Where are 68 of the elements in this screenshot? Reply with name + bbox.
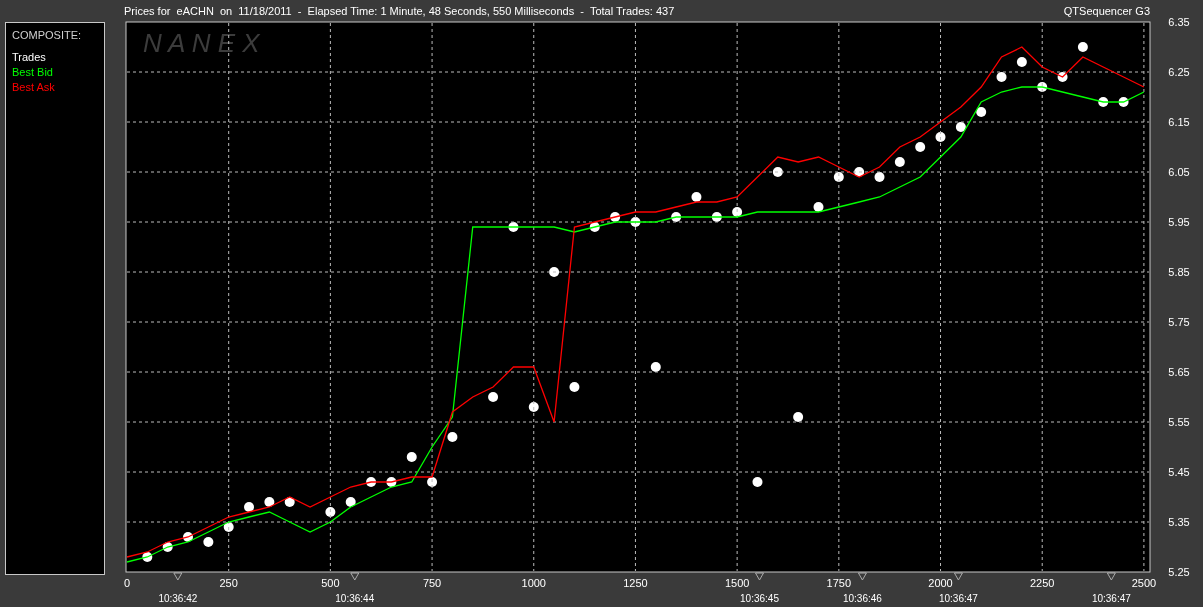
point [996,72,1007,82]
app-name: QTSequencer G3 [1063,5,1150,17]
point [244,502,255,512]
point [955,122,966,132]
point [874,172,885,182]
x-axis-label: 1750 [826,577,852,589]
point [203,537,214,547]
point [406,452,417,462]
y-axis-label: 5.75 [1168,316,1190,328]
point [264,497,275,507]
point [569,382,580,392]
point [528,402,539,412]
y-axis-label: 5.45 [1168,466,1190,478]
point [1016,57,1027,67]
x-axis-label: 500 [321,577,340,589]
y-axis-label: 6.05 [1168,166,1190,178]
x-axis-label: 1250 [623,577,648,589]
legend-title: COMPOSITE: [12,29,83,41]
point [650,362,661,372]
time-label: 10:36:47 [1091,593,1131,604]
point [894,157,905,167]
point [325,507,336,517]
time-marker-icon [857,572,867,581]
y-axis-label: 5.65 [1168,366,1190,378]
time-marker-icon [755,572,764,581]
legend-label: Best Ask [12,80,56,95]
point [813,202,824,212]
x-axis-label: 750 [422,577,442,589]
point [549,267,560,277]
point [833,172,844,182]
time-label: 10:36:42 [158,593,198,604]
point [752,477,763,487]
y-axis-label: 5.85 [1168,266,1190,278]
chart-title: Prices for eACHN on 11/18/2011 - Elapsed Time: 1 Minute, 48 Seconds, 550 Milliseconds - Total Trades: 437 [124,5,675,17]
legend-label: Best Bid [12,65,54,80]
point [935,132,946,142]
y-axis-label: 5.35 [1168,516,1190,528]
point [793,412,804,422]
time-marker-icon [1106,572,1116,581]
time-label: 10:36:46 [842,593,882,604]
point [1077,42,1088,52]
y-axis-label: 5.95 [1168,216,1190,228]
y-axis-label: 6.35 [1168,16,1190,28]
x-axis-label: 2500 [1131,577,1157,589]
point [915,142,926,152]
time-label: 10:36:47 [938,593,978,604]
point [447,432,458,442]
time-marker-icon [350,572,360,581]
logo-watermark: N A N E X [143,28,260,58]
time-label: 10:36:44 [335,593,375,604]
point [488,392,499,402]
point [691,192,702,202]
time-marker-icon [953,572,963,581]
x-axis-label: 0 [123,577,131,589]
x-axis-label: 2000 [928,577,953,589]
y-axis-label: 6.15 [1168,116,1190,128]
y-axis-label: 5.25 [1168,566,1190,578]
point [345,497,356,507]
y-axis-label: 5.55 [1168,416,1190,428]
time-label: 10:36:45 [740,593,779,604]
x-axis-label: 2250 [1029,577,1055,589]
legend-label: Trades [12,50,47,65]
time-marker-icon [173,572,183,581]
x-axis-label: 1500 [724,577,750,589]
point [976,107,987,117]
y-axis-label: 6.25 [1168,66,1190,78]
x-axis-label: 250 [219,577,238,589]
x-axis-label: 1000 [521,577,546,589]
